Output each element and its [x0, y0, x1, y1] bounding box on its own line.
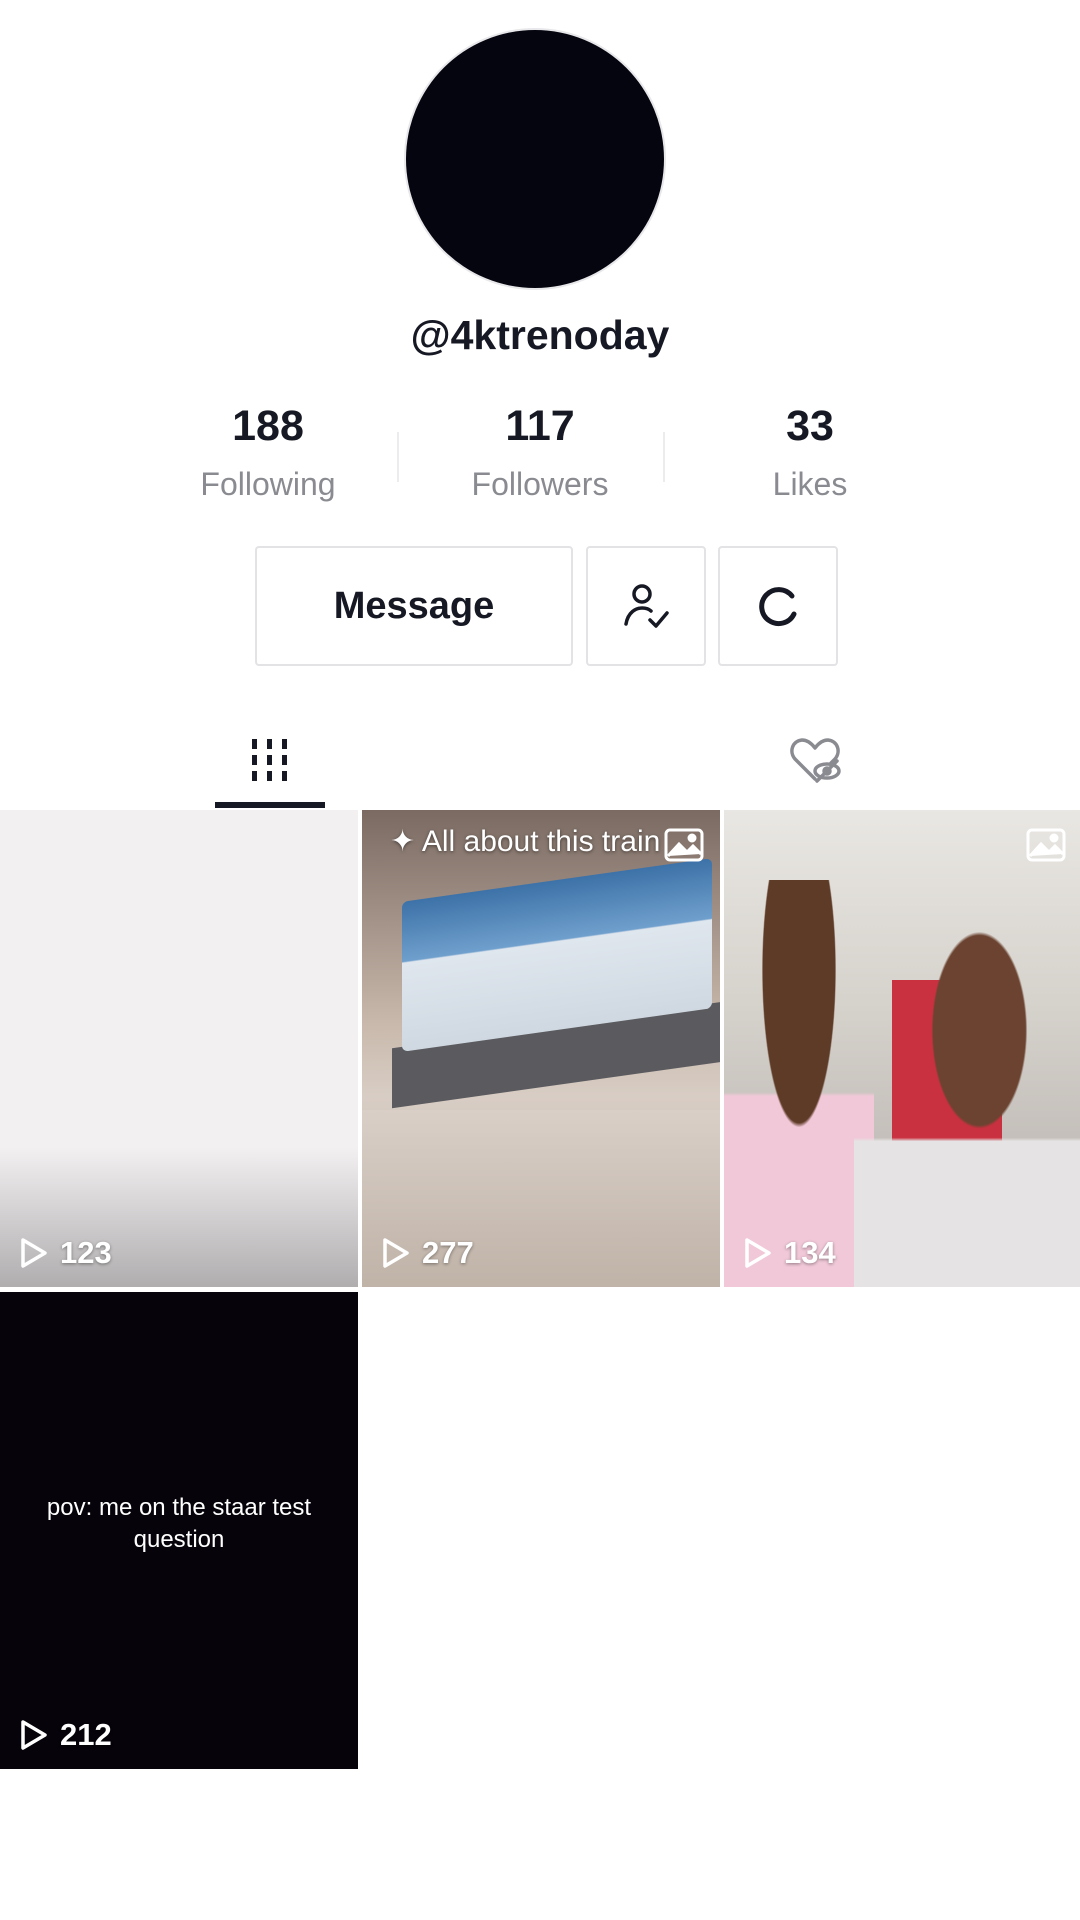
liked-hidden-icon: [790, 738, 841, 783]
video-thumbnail[interactable]: pov: me on the staar test question 212: [0, 1292, 358, 1769]
following-status-button[interactable]: [586, 546, 706, 666]
following-count: 188: [232, 402, 304, 450]
avatar[interactable]: [406, 30, 664, 288]
refresh-icon: [759, 587, 797, 627]
play-icon: [21, 1720, 47, 1750]
photo-icon: [664, 828, 704, 862]
following-label: Following: [200, 466, 336, 502]
sparkle-icon: ✦: [390, 825, 422, 858]
video-thumbnail[interactable]: 134: [724, 810, 1080, 1287]
view-count-value: 277: [422, 1235, 474, 1270]
username: @4ktrenoday: [410, 312, 670, 358]
view-count: 123: [16, 1235, 112, 1271]
video-thumbnail[interactable]: 123: [0, 810, 358, 1287]
photo-icon: [1026, 828, 1066, 862]
followers-label: Followers: [471, 466, 609, 502]
tab-active-indicator: [215, 802, 325, 808]
view-count-value: 134: [784, 1235, 836, 1270]
likes-count: 33: [786, 402, 834, 450]
video-thumbnail[interactable]: ✦ All about this train 277: [362, 810, 720, 1287]
stat-following[interactable]: 188 Following: [138, 400, 398, 506]
stat-divider: [663, 432, 665, 482]
view-count-value: 212: [60, 1717, 112, 1752]
person-image: [854, 930, 1080, 1287]
stat-divider: [397, 432, 399, 482]
play-icon: [383, 1238, 409, 1268]
profile-tabs: [0, 710, 1080, 810]
view-count-value: 123: [60, 1235, 112, 1270]
refresh-button[interactable]: [718, 546, 838, 666]
followers-count: 117: [505, 402, 575, 450]
play-icon: [21, 1238, 47, 1268]
video-caption: ✦ All about this train: [390, 825, 661, 858]
message-button[interactable]: Message: [255, 546, 573, 666]
profile-page: @4ktrenoday 188 Following 117 Followers …: [0, 0, 1080, 1920]
view-count: 212: [16, 1717, 112, 1753]
stat-likes[interactable]: 33 Likes: [680, 400, 940, 506]
video-caption: pov: me on the staar test question: [46, 1494, 312, 1553]
stat-followers[interactable]: 117 Followers: [410, 400, 670, 506]
likes-label: Likes: [772, 466, 848, 502]
play-icon: [745, 1238, 771, 1268]
person-check-icon: [624, 584, 669, 628]
person-image: [724, 880, 874, 1287]
view-count: 134: [740, 1235, 836, 1271]
stats-row: 188 Following 117 Followers 33 Likes: [0, 400, 1080, 510]
tab-videos[interactable]: [215, 710, 325, 810]
tab-liked[interactable]: [760, 710, 870, 810]
view-count: 277: [378, 1235, 474, 1271]
grid-icon: [252, 739, 287, 781]
